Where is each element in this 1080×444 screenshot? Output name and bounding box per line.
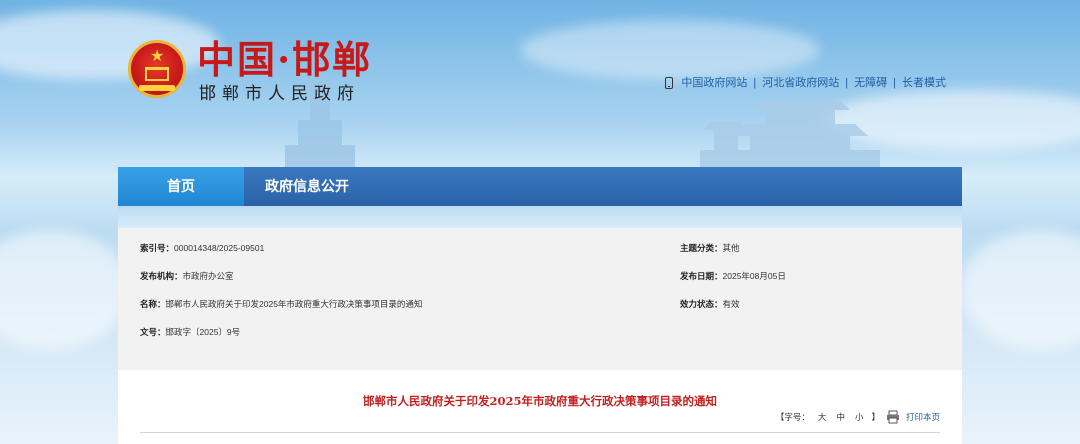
tab-gov-info[interactable]: 政府信息公开: [244, 167, 370, 206]
meta-index-no: 索引号：000014348/2025-09501: [140, 242, 264, 254]
article-content: 邯郸市人民政府关于印发2025年市政府重大行政决策事项目录的通知 【字号： 大 …: [118, 370, 962, 444]
meta-label: 发布日期：: [680, 271, 723, 281]
font-size-medium[interactable]: 中: [836, 411, 845, 423]
meta-value: 其他: [722, 243, 740, 253]
font-size-close: 】: [871, 412, 880, 422]
link-hebei-gov[interactable]: 河北省政府网站: [762, 76, 839, 90]
printer-icon[interactable]: [886, 410, 900, 424]
meta-value: 2025年08月05日: [722, 271, 786, 281]
meta-publish-date: 发布日期：2025年08月05日: [680, 270, 786, 282]
meta-value: 市政府办公室: [182, 271, 234, 281]
top-links: 中国政府网站 | 河北省政府网站 | 无障碍 | 长者模式: [665, 76, 946, 90]
article-title: 邯郸市人民政府关于印发2025年市政府重大行政决策事项目录的通知: [362, 394, 717, 408]
nav-band: [118, 206, 962, 228]
site-title: 中国·邯郸: [197, 37, 373, 82]
link-central-gov[interactable]: 中国政府网站: [681, 76, 747, 90]
font-size-large[interactable]: 大: [818, 411, 827, 423]
divider: [140, 432, 940, 433]
meta-label: 主题分类：: [680, 243, 723, 253]
meta-label: 效力状态：: [680, 299, 723, 309]
meta-value: 邯政字〔2025〕9号: [165, 327, 241, 337]
print-button[interactable]: 打印本页: [906, 411, 940, 423]
meta-label: 文号：: [140, 327, 166, 337]
meta-category: 主题分类：其他: [680, 242, 740, 254]
phone-icon: [665, 77, 674, 89]
site-subtitle: 邯郸市人民政府: [199, 84, 360, 104]
meta-value: 000014348/2025-09501: [174, 243, 265, 253]
font-size-toolbar: 【字号： 大 中 小 】 打印本页: [776, 410, 940, 424]
font-size-label: 【字号：: [775, 412, 810, 422]
link-elder-mode[interactable]: 长者模式: [902, 76, 946, 90]
meta-publisher: 发布机构：市政府办公室: [140, 270, 234, 282]
tab-home[interactable]: 首页: [118, 167, 244, 206]
national-emblem-icon: ★: [128, 40, 186, 98]
meta-name: 名称：邯郸市人民政府关于印发2025年市政府重大行政决策事项目录的通知: [140, 298, 422, 310]
meta-doc-no: 文号：邯政字〔2025〕9号: [140, 326, 240, 338]
meta-label: 索引号：: [140, 243, 175, 253]
meta-value: 有效: [722, 299, 740, 309]
meta-value: 邯郸市人民政府关于印发2025年市政府重大行政决策事项目录的通知: [165, 299, 423, 309]
document-meta-panel: 索引号：000014348/2025-09501 主题分类：其他 发布机构：市政…: [118, 228, 962, 370]
link-separator: |: [845, 77, 849, 89]
font-size-small[interactable]: 小: [855, 411, 864, 423]
link-separator: |: [893, 77, 896, 89]
main-nav: 首页 政府信息公开: [118, 167, 962, 206]
meta-validity: 效力状态：有效: [680, 298, 740, 310]
link-accessibility[interactable]: 无障碍: [854, 76, 887, 90]
pavilion-silhouette: [700, 100, 880, 170]
meta-label: 名称：: [140, 299, 166, 309]
meta-label: 发布机构：: [140, 271, 183, 281]
link-separator: |: [753, 77, 757, 89]
